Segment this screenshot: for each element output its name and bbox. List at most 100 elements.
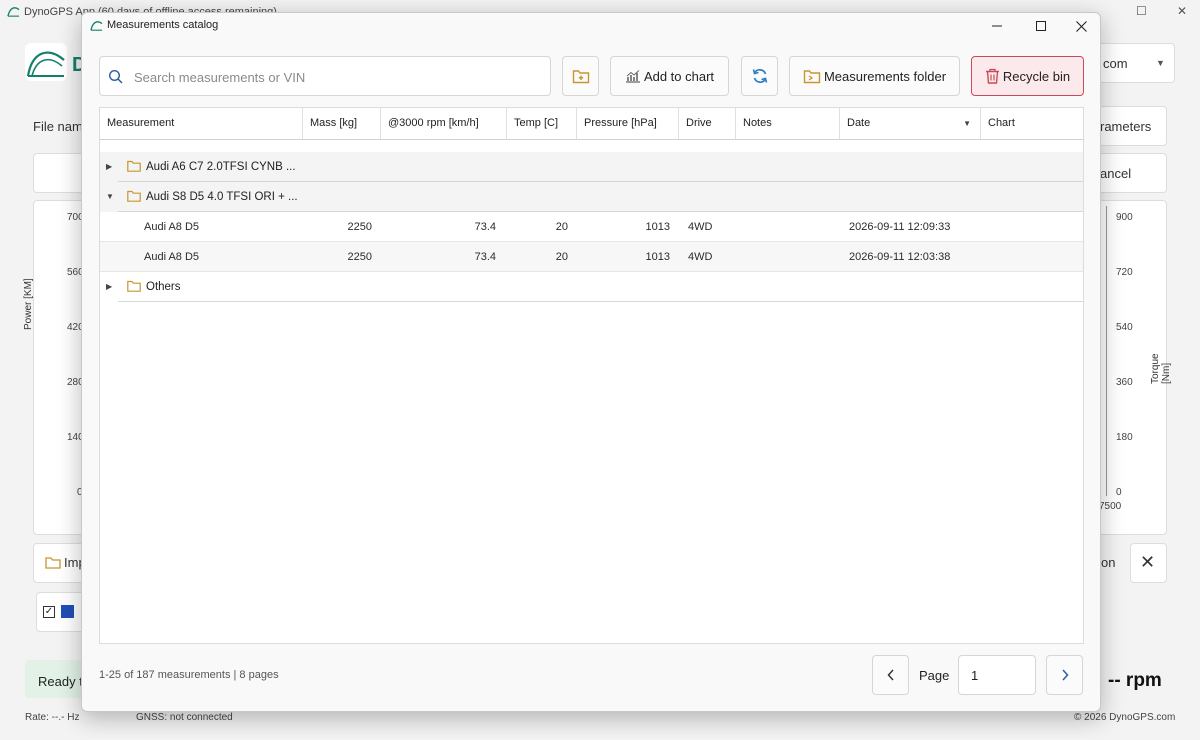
cell-date: 2026-09-11 12:03:38 xyxy=(849,251,951,263)
right-tick: 540 xyxy=(1116,322,1133,333)
minimize-icon xyxy=(992,25,1002,27)
gnss-status: GNSS: not connected xyxy=(136,712,233,723)
close-button[interactable] xyxy=(1063,15,1099,37)
option-label: on xyxy=(1101,555,1116,570)
series-color-swatch xyxy=(61,605,74,618)
refresh-button[interactable] xyxy=(741,56,778,96)
column-header-date-label: Date xyxy=(847,117,871,129)
refresh-icon xyxy=(752,69,767,83)
file-name-label: File nam xyxy=(33,119,83,134)
measurements-catalog-dialog: Measurements catalog Add to chart Measur… xyxy=(81,12,1101,712)
app-maximize-button[interactable]: ☐ xyxy=(1136,4,1147,18)
new-folder-button[interactable] xyxy=(562,56,599,96)
chevron-down-icon: ▼ xyxy=(1156,58,1165,68)
column-header-drive[interactable]: Drive xyxy=(679,108,736,139)
group-label: Audi S8 D5 4.0 TFSI ORI + ... xyxy=(146,191,298,203)
grid-header: Measurement Mass [kg] @3000 rpm [km/h] T… xyxy=(100,108,1083,140)
previous-page-button[interactable] xyxy=(872,655,909,695)
folder-open-icon xyxy=(803,70,821,84)
group-row[interactable]: ▶ Others xyxy=(100,272,1083,302)
pagination-summary: 1-25 of 187 measurements | 8 pages xyxy=(99,669,279,681)
left-axis-title: Power [KM] xyxy=(23,278,34,330)
group-label: Others xyxy=(146,281,181,293)
right-axis-title: Torque [Nm] xyxy=(1150,353,1172,384)
rate-status: Rate: --.- Hz xyxy=(25,712,80,723)
add-to-chart-button[interactable]: Add to chart xyxy=(610,56,729,96)
parameters-button-label: rameters xyxy=(1100,119,1152,134)
page-number-input[interactable] xyxy=(958,655,1036,695)
dialog-title: Measurements catalog xyxy=(107,19,219,31)
expand-arrow-icon[interactable]: ▶ xyxy=(106,162,112,171)
search-input[interactable] xyxy=(134,67,534,87)
folder-icon xyxy=(127,160,141,172)
chevron-right-icon xyxy=(1061,669,1069,681)
group-row[interactable]: ▼ Audi S8 D5 4.0 TFSI ORI + ... xyxy=(100,182,1083,212)
chevron-left-icon xyxy=(886,669,894,681)
right-tick: 900 xyxy=(1116,212,1133,223)
page-label: Page xyxy=(919,668,950,683)
search-icon xyxy=(108,69,123,84)
close-icon[interactable]: ✕ xyxy=(1140,552,1155,573)
cell-date: 2026-09-11 12:09:33 xyxy=(849,221,951,233)
cell-speed: 73.4 xyxy=(474,221,496,233)
column-header-pressure[interactable]: Pressure [hPa] xyxy=(577,108,679,139)
cell-speed: 73.4 xyxy=(474,251,496,263)
measurements-grid: Measurement Mass [kg] @3000 rpm [km/h] T… xyxy=(99,107,1084,644)
folder-add-icon xyxy=(572,70,589,84)
app-logo-icon xyxy=(90,21,103,31)
measurements-folder-button[interactable]: Measurements folder xyxy=(789,56,960,96)
app-close-button[interactable]: ✕ xyxy=(1177,4,1187,18)
cell-drive: 4WD xyxy=(688,251,713,263)
collapse-arrow-icon[interactable]: ▼ xyxy=(106,192,114,201)
right-tick: 180 xyxy=(1116,432,1133,443)
cancel-button-label: ancel xyxy=(1100,166,1132,181)
right-tick: 720 xyxy=(1116,267,1133,278)
group-row[interactable]: ▶ Audi A6 C7 2.0TFSI CYNB ... xyxy=(100,152,1083,182)
table-row[interactable]: Audi A8 D5 2250 73.4 20 1013 4WD 2026-09… xyxy=(100,212,1083,242)
cell-mass: 2250 xyxy=(347,251,372,263)
dialog-titlebar[interactable]: Measurements catalog xyxy=(82,13,1100,39)
cell-temp: 20 xyxy=(555,221,568,233)
row-divider xyxy=(118,301,1083,302)
search-box[interactable] xyxy=(99,56,551,96)
recycle-bin-label: Recycle bin xyxy=(1002,68,1071,84)
cell-pressure: 1013 xyxy=(645,251,670,263)
trash-icon xyxy=(985,68,999,84)
measurements-folder-label: Measurements folder xyxy=(823,68,947,84)
copyright: © 2026 DynoGPS.com xyxy=(1074,712,1176,723)
cell-mass: 2250 xyxy=(347,221,372,233)
close-icon xyxy=(1075,20,1087,32)
group-label: Audi A6 C7 2.0TFSI CYNB ... xyxy=(146,161,296,173)
right-tick: 360 xyxy=(1116,377,1133,388)
column-header-date[interactable]: Date ▼ xyxy=(840,108,981,139)
add-to-chart-label: Add to chart xyxy=(643,68,715,84)
folder-icon xyxy=(127,280,141,292)
cell-measurement: Audi A8 D5 xyxy=(144,221,200,233)
expand-arrow-icon[interactable]: ▶ xyxy=(106,282,112,291)
maximize-icon xyxy=(1036,21,1046,31)
x-tick: 7500 xyxy=(1099,501,1122,512)
series-checkbox[interactable]: ✓ xyxy=(43,606,55,618)
folder-icon xyxy=(45,557,61,569)
cell-drive: 4WD xyxy=(688,221,713,233)
column-header-mass[interactable]: Mass [kg] xyxy=(303,108,381,139)
next-page-button[interactable] xyxy=(1046,655,1083,695)
table-row[interactable]: Audi A8 D5 2250 73.4 20 1013 4WD 2026-09… xyxy=(100,242,1083,272)
maximize-button[interactable] xyxy=(1023,15,1059,37)
column-header-chart[interactable]: Chart xyxy=(981,108,1085,139)
column-header-notes[interactable]: Notes xyxy=(736,108,840,139)
right-tick: 0 xyxy=(1116,487,1122,498)
app-logo xyxy=(25,43,67,81)
rpm-readout: -- rpm xyxy=(1108,670,1162,691)
app-logo-icon xyxy=(7,7,20,17)
cell-pressure: 1013 xyxy=(645,221,670,233)
column-header-measurement[interactable]: Measurement xyxy=(100,108,303,139)
cell-temp: 20 xyxy=(555,251,568,263)
folder-icon xyxy=(127,190,141,202)
right-axis-line xyxy=(1106,206,1107,496)
column-header-speed[interactable]: @3000 rpm [km/h] xyxy=(381,108,507,139)
minimize-button[interactable] xyxy=(979,15,1015,37)
sort-descending-icon[interactable]: ▼ xyxy=(963,108,971,139)
recycle-bin-button[interactable]: Recycle bin xyxy=(971,56,1084,96)
column-header-temp[interactable]: Temp [C] xyxy=(507,108,577,139)
